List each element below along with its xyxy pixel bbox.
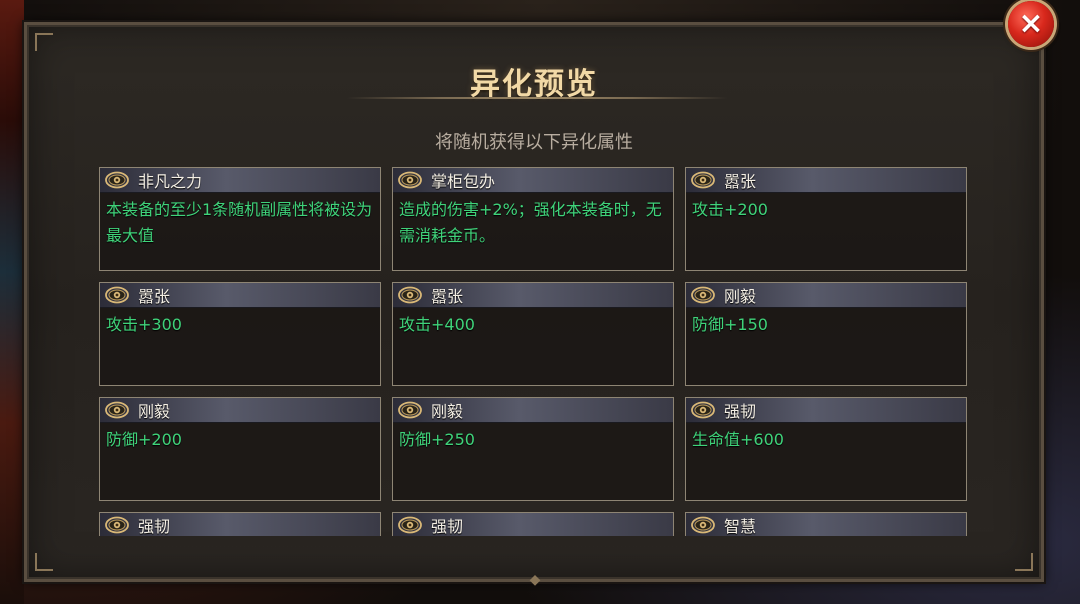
attribute-description: 攻击+300	[106, 315, 182, 334]
attribute-description: 防御+250	[399, 430, 475, 449]
attribute-card: 强韧 生命值+600	[685, 397, 967, 501]
attribute-name: 刚毅	[724, 287, 757, 306]
attribute-name: 嚣张	[138, 287, 171, 306]
attribute-name: 嚣张	[431, 287, 464, 306]
attribute-name: 刚毅	[431, 402, 464, 421]
attribute-description: 防御+200	[106, 430, 182, 449]
frame-corner-ornament	[1015, 553, 1033, 571]
dialog-subtitle: 将随机获得以下异化属性	[435, 132, 633, 153]
bottom-ornament-icon: ◆	[529, 572, 541, 588]
attribute-name: 智慧	[724, 517, 757, 536]
attribute-name: 非凡之力	[138, 172, 203, 191]
close-icon: ×	[1018, 6, 1044, 41]
attribute-card-header: 刚毅	[393, 398, 673, 423]
attribute-name: 掌柜包办	[431, 172, 496, 191]
attribute-card-header: 刚毅	[100, 398, 380, 423]
frame-corner-ornament	[35, 33, 53, 51]
title-divider	[347, 97, 727, 99]
eye-icon	[395, 283, 425, 307]
attribute-card-header: 强韧	[393, 513, 673, 536]
attribute-card: 刚毅 防御+250	[392, 397, 674, 501]
attribute-description: 防御+150	[692, 315, 768, 334]
eye-icon	[102, 513, 132, 536]
eye-icon	[688, 283, 718, 307]
attribute-description: 生命值+600	[692, 430, 784, 449]
attribute-card: 非凡之力 本装备的至少1条随机副属性将被设为最大值	[99, 167, 381, 271]
attribute-card-header: 智慧	[686, 513, 966, 536]
eye-icon	[688, 513, 718, 536]
attribute-card: 强韧	[392, 512, 674, 536]
attribute-grid: 非凡之力 本装备的至少1条随机副属性将被设为最大值 掌柜包办 造成的伤害+2%；…	[99, 167, 969, 536]
attribute-name: 嚣张	[724, 172, 757, 191]
mutation-preview-dialog: ◆ 异化预览 将随机获得以下异化属性 非凡之力 本装备的至少1条随机副属性将被设…	[22, 20, 1046, 587]
attribute-list-scroll[interactable]: 非凡之力 本装备的至少1条随机副属性将被设为最大值 掌柜包办 造成的伤害+2%；…	[99, 167, 969, 536]
eye-icon	[395, 513, 425, 536]
eye-icon	[688, 168, 718, 192]
attribute-description: 攻击+200	[692, 200, 768, 219]
attribute-card-header: 掌柜包办	[393, 168, 673, 193]
frame-corner-ornament	[35, 553, 53, 571]
background-scene-strip	[0, 0, 24, 604]
eye-icon	[102, 283, 132, 307]
eye-icon	[688, 398, 718, 422]
attribute-card: 嚣张 攻击+300	[99, 282, 381, 386]
attribute-name: 刚毅	[138, 402, 171, 421]
attribute-card: 嚣张 攻击+400	[392, 282, 674, 386]
attribute-card-header: 强韧	[686, 398, 966, 423]
close-button[interactable]: ×	[1008, 1, 1054, 47]
attribute-description: 本装备的至少1条随机副属性将被设为最大值	[106, 200, 373, 245]
attribute-description: 造成的伤害+2%；强化本装备时，无需消耗金币。	[399, 200, 662, 245]
attribute-card-header: 强韧	[100, 513, 380, 536]
attribute-card: 刚毅 防御+150	[685, 282, 967, 386]
attribute-card-header: 嚣张	[393, 283, 673, 308]
attribute-card: 掌柜包办 造成的伤害+2%；强化本装备时，无需消耗金币。	[392, 167, 674, 271]
attribute-card-header: 嚣张	[100, 283, 380, 308]
attribute-card-header: 嚣张	[686, 168, 966, 193]
attribute-card: 嚣张 攻击+200	[685, 167, 967, 271]
attribute-name: 强韧	[138, 517, 171, 536]
eye-icon	[102, 168, 132, 192]
eye-icon	[395, 168, 425, 192]
attribute-description: 攻击+400	[399, 315, 475, 334]
eye-icon	[102, 398, 132, 422]
attribute-name: 强韧	[431, 517, 464, 536]
attribute-card: 强韧	[99, 512, 381, 536]
attribute-name: 强韧	[724, 402, 757, 421]
attribute-card: 智慧	[685, 512, 967, 536]
eye-icon	[395, 398, 425, 422]
attribute-card: 刚毅 防御+200	[99, 397, 381, 501]
attribute-card-header: 刚毅	[686, 283, 966, 308]
attribute-card-header: 非凡之力	[100, 168, 380, 193]
